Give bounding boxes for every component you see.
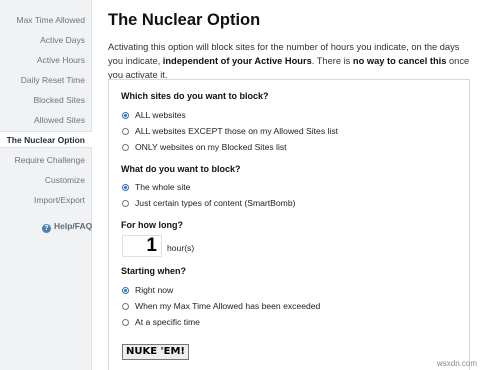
sidebar-item-import-export[interactable]: Import/Export: [34, 195, 85, 205]
radio-label: Just certain types of content (SmartBomb…: [135, 198, 296, 208]
radio-after-max-time[interactable]: When my Max Time Allowed has been exceed…: [122, 301, 320, 311]
radio-specific-time[interactable]: At a specific time: [122, 317, 200, 327]
radio-right-now[interactable]: Right now: [122, 285, 173, 295]
sidebar-item-blocked-sites[interactable]: Blocked Sites: [34, 95, 86, 105]
radio-label: Right now: [135, 285, 174, 295]
sidebar-item-allowed-sites[interactable]: Allowed Sites: [34, 115, 85, 125]
sidebar: Max Time Allowed Active Days Active Hour…: [0, 0, 92, 370]
sidebar-item-customize[interactable]: Customize: [45, 175, 85, 185]
sidebar-item-active-hours[interactable]: Active Hours: [37, 55, 85, 65]
hours-unit-label: hour(s): [167, 243, 195, 253]
radio-smartbomb[interactable]: Just certain types of content (SmartBomb…: [122, 198, 295, 208]
help-faq-link[interactable]: ? Help/FAQ: [42, 221, 92, 233]
sidebar-item-active-days[interactable]: Active Days: [40, 35, 85, 45]
intro-bold-no-cancel: no way to cancel this: [352, 56, 447, 66]
sidebar-item-max-time-allowed[interactable]: Max Time Allowed: [17, 15, 86, 25]
radio-icon[interactable]: [122, 128, 129, 135]
radio-all-except-allowed[interactable]: ALL websites EXCEPT those on my Allowed …: [122, 126, 338, 136]
watermark: wsxdn.com: [436, 359, 477, 368]
radio-label: At a specific time: [135, 317, 200, 327]
radio-icon[interactable]: [122, 319, 129, 326]
question-circle-icon: ?: [42, 224, 51, 233]
radio-icon[interactable]: [122, 303, 129, 310]
radio-selected-icon[interactable]: [122, 112, 129, 119]
intro-text: Activating this option will block sites …: [108, 40, 470, 82]
radio-label: ALL websites: [135, 110, 186, 120]
what-block-question: What do you want to block?: [121, 164, 241, 174]
radio-icon[interactable]: [122, 144, 129, 151]
radio-label: ALL websites EXCEPT those on my Allowed …: [135, 126, 339, 136]
radio-whole-site[interactable]: The whole site: [122, 182, 190, 192]
how-long-question: For how long?: [121, 220, 183, 230]
radio-label: ONLY websites on my Blocked Sites list: [135, 142, 287, 152]
radio-selected-icon[interactable]: [122, 184, 129, 191]
nuke-em-button[interactable]: NUKE 'EM!: [122, 344, 189, 360]
radio-only-blocked[interactable]: ONLY websites on my Blocked Sites list: [122, 142, 287, 152]
sidebar-item-require-challenge[interactable]: Require Challenge: [15, 155, 85, 165]
radio-icon[interactable]: [122, 200, 129, 207]
intro-part2: . There is: [311, 56, 353, 66]
page-title: The Nuclear Option: [108, 11, 261, 29]
radio-selected-icon[interactable]: [122, 287, 129, 294]
sidebar-item-nuclear-option[interactable]: The Nuclear Option: [7, 135, 85, 145]
which-sites-question: Which sites do you want to block?: [121, 91, 269, 101]
hours-input[interactable]: 1: [122, 235, 162, 257]
help-faq-label: Help/FAQ: [54, 221, 93, 231]
radio-label: The whole site: [135, 182, 191, 192]
starting-when-question: Starting when?: [121, 266, 186, 276]
intro-bold-active-hours: independent of your Active Hours: [162, 56, 312, 66]
sidebar-item-daily-reset-time[interactable]: Daily Reset Time: [21, 75, 85, 85]
radio-label: When my Max Time Allowed has been exceed…: [135, 301, 321, 311]
radio-all-websites[interactable]: ALL websites: [122, 110, 186, 120]
nuclear-form-panel: Which sites do you want to block? ALL we…: [108, 79, 470, 370]
